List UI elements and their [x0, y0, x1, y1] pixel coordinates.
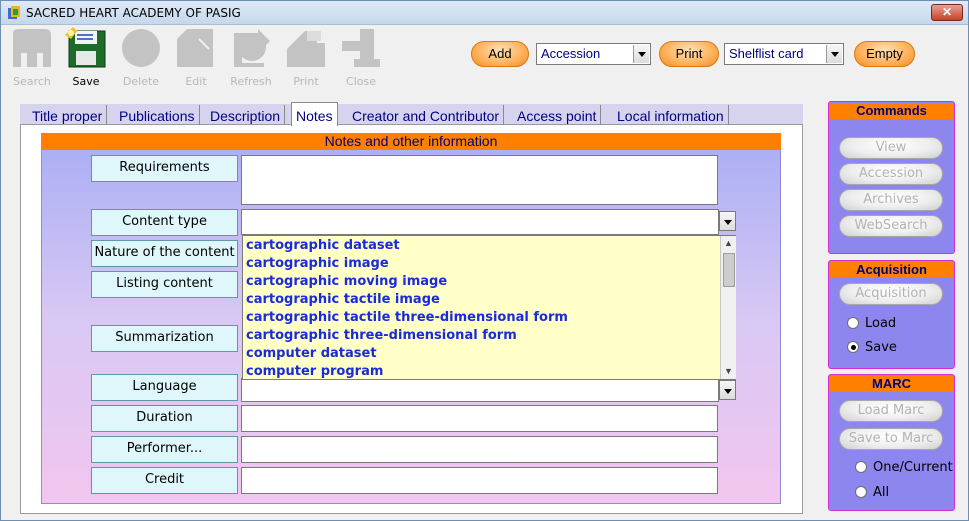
content-type-field[interactable] [241, 209, 719, 235]
all-radio-label: All [873, 485, 890, 500]
marc-title: MARC [830, 376, 953, 392]
listing-content-label: Listing content [91, 271, 238, 298]
acquisition-title: Acquisition [830, 262, 953, 278]
summarization-label: Summarization [91, 325, 238, 352]
delete-tool-button[interactable]: Delete [116, 27, 166, 93]
radio-all[interactable] [855, 486, 867, 498]
tab-creator-contributor[interactable]: Creator and Contributor [348, 105, 505, 125]
edit-tool-label: Edit [185, 75, 207, 88]
search-icon [13, 29, 51, 67]
duration-field[interactable] [241, 405, 718, 432]
add-type-value: Accession [541, 46, 601, 61]
save-tool-button[interactable]: Save [61, 27, 111, 93]
one-current-radio-label: One/Current [873, 460, 953, 475]
dropdown-scrollbar[interactable]: ▲ ▼ [720, 236, 736, 379]
language-field[interactable] [241, 378, 719, 402]
one-current-radio-option[interactable]: One/Current [855, 460, 953, 475]
acquisition-panel: Acquisition Acquisition Load Save [828, 260, 955, 369]
tab-local-information[interactable]: Local information [613, 105, 729, 125]
scroll-thumb[interactable] [723, 253, 735, 287]
radio-one-current[interactable] [855, 461, 867, 473]
chevron-down-icon[interactable] [826, 45, 842, 63]
load-radio-label: Load [865, 316, 897, 331]
refresh-tool-button[interactable]: Refresh [226, 27, 276, 93]
tab-access-point[interactable]: Access point [513, 105, 602, 125]
duration-label: Duration [91, 405, 238, 432]
window-title: SACRED HEART ACADEMY OF PASIG [26, 6, 241, 20]
save-radio-label: Save [865, 340, 897, 355]
acquisition-button[interactable]: Acquisition [839, 283, 943, 305]
requirements-label: Requirements [91, 155, 238, 182]
scroll-up-icon[interactable]: ▲ [721, 236, 736, 251]
print-tool-label: Print [293, 75, 319, 88]
close-tool-button[interactable]: Close [336, 27, 386, 93]
empty-button[interactable]: Empty [854, 41, 915, 67]
print-tool-button[interactable]: Print [281, 27, 331, 93]
edit-tool-button[interactable]: Edit [171, 27, 221, 93]
tab-publications[interactable]: Publications [115, 105, 200, 125]
delete-icon [122, 29, 160, 67]
language-dropdown-button[interactable] [719, 380, 736, 400]
requirements-field[interactable] [241, 155, 718, 205]
list-item[interactable]: cartographic three-dimensional form [246, 328, 517, 343]
refresh-tool-label: Refresh [230, 75, 272, 88]
nature-of-content-label: Nature of the content [91, 240, 238, 267]
close-icon: ✕ [941, 5, 953, 19]
performer-field[interactable] [241, 436, 718, 463]
list-item[interactable]: computer dataset [246, 346, 377, 361]
window-close-button[interactable]: ✕ [931, 4, 963, 21]
radio-load[interactable] [847, 317, 859, 329]
content-type-label: Content type [91, 209, 238, 236]
search-tool-button[interactable]: Search [7, 27, 57, 93]
accession-button[interactable]: Accession [839, 163, 943, 185]
save-radio-option[interactable]: Save [847, 340, 897, 355]
close-tool-label: Close [346, 75, 376, 88]
chevron-down-icon[interactable] [633, 45, 649, 63]
search-tool-label: Search [13, 75, 51, 88]
print-type-select[interactable]: Shelflist card [724, 43, 844, 65]
save-icon [65, 27, 106, 68]
load-radio-option[interactable]: Load [847, 316, 896, 331]
title-bar: SACRED HEART ACADEMY OF PASIG ✕ [1, 1, 968, 25]
print-button[interactable]: Print [659, 41, 719, 67]
print-icon [287, 31, 325, 67]
commands-panel: Commands View Accession Archives WebSear… [828, 101, 955, 254]
credit-label: Credit [91, 467, 238, 494]
list-item[interactable]: cartographic tactile image [246, 292, 440, 307]
delete-tool-label: Delete [122, 75, 160, 88]
add-type-select[interactable]: Accession [536, 43, 651, 65]
list-item[interactable]: cartographic moving image [246, 274, 447, 289]
language-label: Language [91, 374, 238, 401]
edit-icon [177, 29, 213, 67]
load-marc-button[interactable]: Load Marc [839, 400, 943, 422]
save-to-marc-button[interactable]: Save to Marc [839, 428, 943, 450]
view-button[interactable]: View [839, 137, 943, 159]
marc-panel: MARC Load Marc Save to Marc One/Current … [828, 374, 955, 511]
archives-button[interactable]: Archives [839, 189, 943, 211]
save-tool-label: Save [72, 75, 100, 88]
app-icon [8, 6, 20, 19]
radio-save[interactable] [847, 341, 859, 353]
notes-panel-header: Notes and other information [41, 133, 781, 150]
scroll-down-icon[interactable]: ▼ [721, 364, 736, 379]
list-item[interactable]: cartographic image [246, 256, 389, 271]
refresh-icon [234, 29, 270, 67]
credit-field[interactable] [241, 467, 718, 494]
list-item[interactable]: cartographic tactile three-dimensional f… [246, 310, 568, 325]
close-tool-icon [342, 29, 380, 67]
print-type-value: Shelflist card [729, 46, 804, 61]
add-button[interactable]: Add [471, 41, 529, 67]
websearch-button[interactable]: WebSearch [839, 215, 943, 237]
commands-title: Commands [830, 103, 953, 119]
list-item[interactable]: computer program [246, 364, 383, 379]
all-radio-option[interactable]: All [855, 485, 889, 500]
list-item[interactable]: cartographic dataset [246, 238, 400, 253]
app-window: SACRED HEART ACADEMY OF PASIG ✕ Search S… [0, 0, 969, 521]
content-type-dropdown-button[interactable] [719, 211, 736, 231]
tab-notes[interactable]: Notes [291, 102, 338, 126]
content-type-dropdown-list: cartographic dataset cartographic image … [242, 235, 736, 380]
performer-label: Performer... [91, 436, 238, 463]
tab-title-proper[interactable]: Title proper [28, 105, 108, 125]
tab-description[interactable]: Description [206, 105, 286, 125]
